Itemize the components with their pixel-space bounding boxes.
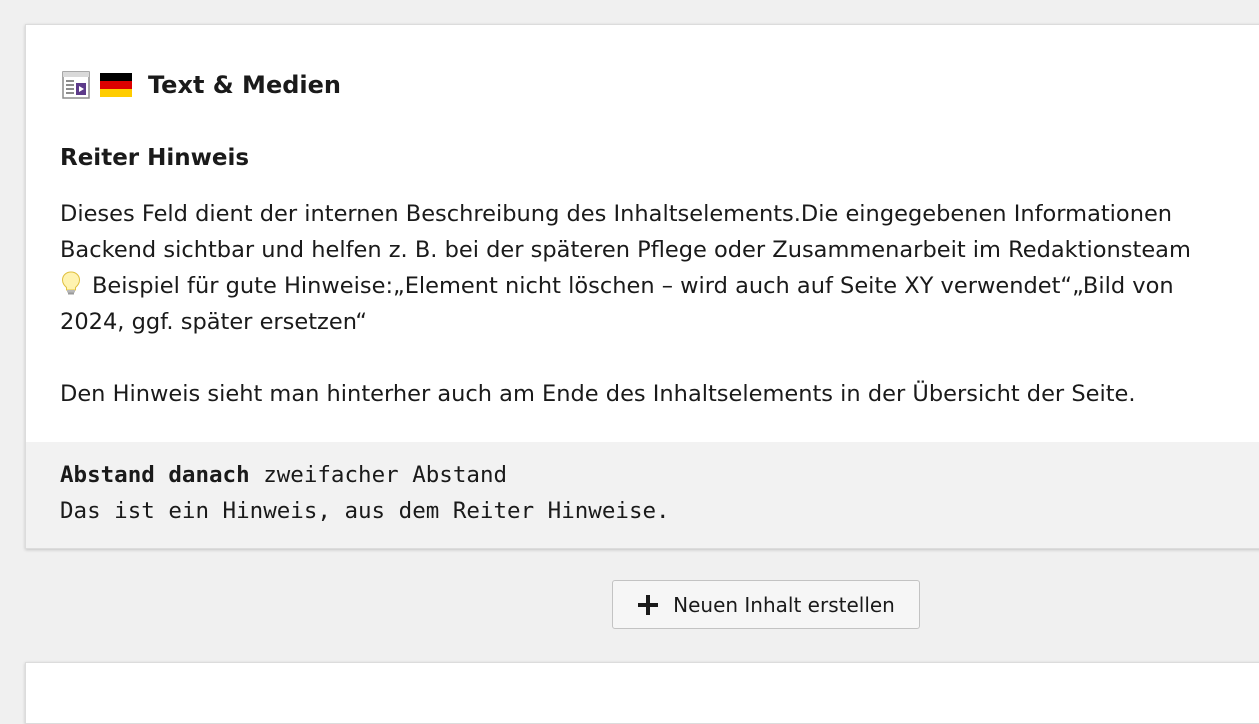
description: Dieses Feld dient der internen Beschreib… xyxy=(60,196,1259,412)
description-line-text: Beispiel für gute Hinweise:„Element nich… xyxy=(92,273,1174,299)
spacing-info: Abstand danach zweifacher Abstand xyxy=(60,462,507,488)
footer-note: Das ist ein Hinweis, aus dem Reiter Hinw… xyxy=(60,498,670,524)
spacing-value: zweifacher Abstand xyxy=(263,462,508,488)
new-content-label: Neuen Inhalt erstellen xyxy=(673,592,895,617)
content-element-header: Text & Medien xyxy=(62,69,341,101)
spacing-label: Abstand danach xyxy=(60,462,250,488)
element-title: Text & Medien xyxy=(148,71,341,99)
text-media-icon xyxy=(62,71,90,99)
next-content-element-card xyxy=(25,662,1259,724)
description-line: Beispiel für gute Hinweise:„Element nich… xyxy=(60,268,1259,304)
description-line: Dieses Feld dient der internen Beschreib… xyxy=(60,201,1173,227)
description-line: Den Hinweis sieht man hinterher auch am … xyxy=(60,381,1136,407)
description-line: 2024, ggf. später ersetzen“ xyxy=(60,309,367,335)
lightbulb-icon xyxy=(61,271,81,295)
description-line: Backend sichtbar und helfen z. B. bei de… xyxy=(60,237,1191,263)
content-element-card: Text & Medien Reiter Hinweis Dieses Feld… xyxy=(25,24,1259,549)
element-footer: Abstand danach zweifacher Abstand Das is… xyxy=(26,442,1259,548)
plus-icon xyxy=(638,594,659,615)
new-content-button[interactable]: Neuen Inhalt erstellen xyxy=(612,580,920,629)
section-heading: Reiter Hinweis xyxy=(60,145,250,171)
de-flag-icon xyxy=(100,73,132,97)
